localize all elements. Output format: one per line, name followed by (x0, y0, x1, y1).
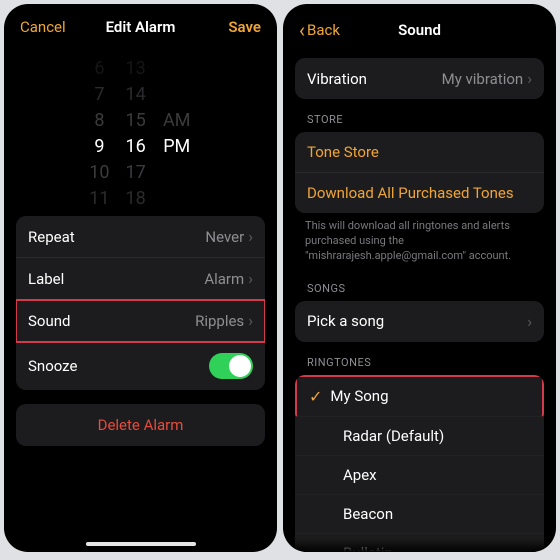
minute-column[interactable]: 13 14 15 16 17 18 (126, 46, 146, 206)
save-button[interactable]: Save (201, 18, 261, 36)
hour-column[interactable]: 6 7 8 9 10 11 (89, 46, 109, 206)
repeat-row[interactable]: Repeat Never› (16, 216, 265, 258)
chevron-right-icon: › (527, 312, 532, 331)
page-title: Edit Alarm (106, 18, 176, 36)
chevron-left-icon: ‹ (299, 18, 305, 42)
ringtones-header: RINGTONES (307, 356, 532, 369)
cancel-button[interactable]: Cancel (20, 18, 80, 36)
chevron-right-icon: › (527, 69, 532, 88)
ringtone-item[interactable]: Apex (295, 456, 544, 495)
ringtone-item[interactable]: Beacon (295, 495, 544, 534)
songs-header: SONGS (307, 282, 532, 295)
checkmark-icon: ✓ (309, 387, 322, 406)
chevron-right-icon: › (248, 269, 253, 288)
time-picker[interactable]: 6 7 8 9 10 11 13 14 15 16 17 18 (4, 46, 277, 206)
chevron-right-icon: › (248, 227, 253, 246)
store-header: STORE (307, 113, 532, 126)
ringtone-item[interactable]: Radar (Default) (295, 417, 544, 456)
label-row[interactable]: Label Alarm› (16, 258, 265, 300)
tone-store-row[interactable]: Tone Store (295, 132, 544, 173)
edit-alarm-screen: Cancel Edit Alarm Save 6 7 8 9 10 11 (4, 4, 277, 552)
sound-nav: ‹ Back Sound (283, 4, 556, 52)
vibration-row[interactable]: Vibration My vibration› (295, 58, 544, 99)
edit-alarm-nav: Cancel Edit Alarm Save (4, 4, 277, 46)
download-note: This will download all ringtones and ale… (283, 213, 556, 268)
sound-row[interactable]: Sound Ripples› (16, 300, 265, 342)
sound-screen: ‹ Back Sound Vibration My vibration› STO… (283, 4, 556, 552)
chevron-right-icon: › (248, 311, 253, 330)
delete-alarm-button[interactable]: Delete Alarm (16, 404, 265, 446)
page-title: Sound (398, 21, 441, 39)
ringtone-item[interactable]: ✓ My Song (295, 375, 544, 417)
ringtones-list: ✓ My Song Radar (Default) Apex Beacon Bu… (295, 375, 544, 552)
back-button[interactable]: ‹ Back (299, 18, 359, 42)
home-indicator[interactable] (86, 542, 196, 546)
download-tones-row[interactable]: Download All Purchased Tones (295, 173, 544, 213)
ampm-column[interactable]: AM PM (162, 46, 192, 206)
snooze-row: Snooze (16, 342, 265, 390)
snooze-toggle[interactable] (209, 353, 253, 379)
pick-song-row[interactable]: Pick a song › (295, 301, 544, 342)
